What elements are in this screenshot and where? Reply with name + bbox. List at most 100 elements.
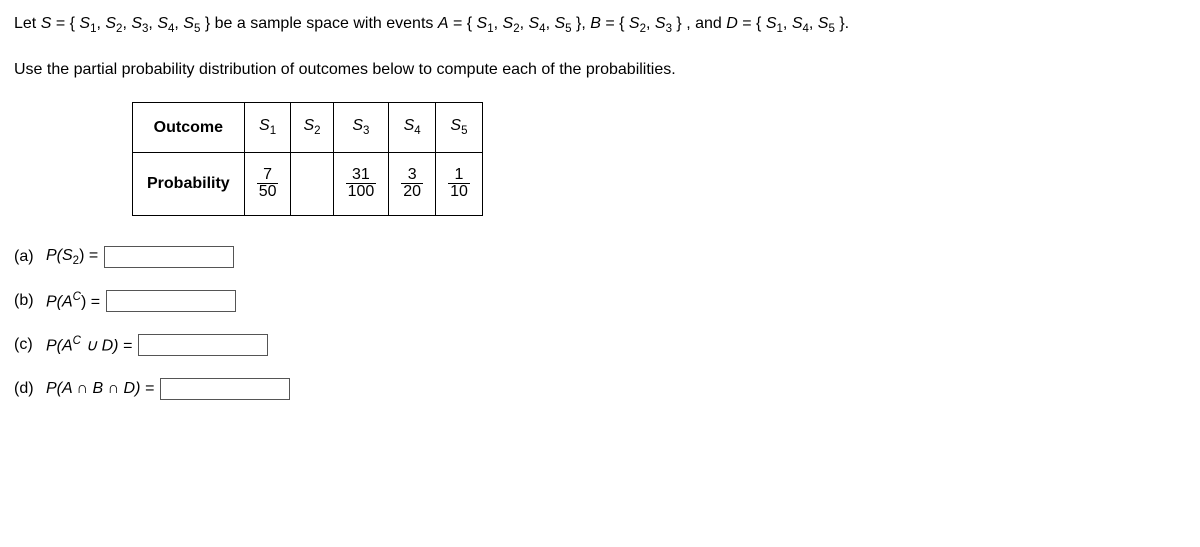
col-s2: S2 xyxy=(291,103,333,152)
prob-s2-blank xyxy=(291,152,333,216)
numerator: 7 xyxy=(257,167,279,184)
denominator: 50 xyxy=(257,183,279,201)
sub: 5 xyxy=(565,23,571,35)
prob-header: Probability xyxy=(133,152,245,216)
probability-table-wrap: Outcome S1 S2 S3 S4 S5 Probability 750 3… xyxy=(132,102,1186,216)
t: P(A xyxy=(46,293,73,310)
expr: P(A ∩ B ∩ D) = xyxy=(46,380,154,398)
fraction: 31100 xyxy=(346,167,377,202)
i: S xyxy=(655,15,666,32)
question-a: (a) P(S2) = xyxy=(14,246,1186,268)
expr: P(S2) = xyxy=(46,247,98,267)
l: S xyxy=(450,117,461,134)
numerator: 31 xyxy=(346,167,377,184)
table-row: Outcome S1 S2 S3 S4 S5 xyxy=(133,103,483,152)
i: S xyxy=(629,15,640,32)
i: S xyxy=(818,15,829,32)
prob-s5: 110 xyxy=(436,152,483,216)
answer-input-c[interactable] xyxy=(138,334,268,356)
i: S xyxy=(503,15,514,32)
denominator: 20 xyxy=(401,183,423,201)
part-label: (b) xyxy=(14,292,40,310)
txt: = { xyxy=(56,15,75,32)
answer-input-b[interactable] xyxy=(106,290,236,312)
p: . xyxy=(845,15,849,32)
denominator: 10 xyxy=(448,183,470,201)
sub: 5 xyxy=(194,23,200,35)
lb: { xyxy=(756,15,761,32)
probability-table: Outcome S1 S2 S3 S4 S5 Probability 750 3… xyxy=(132,102,483,216)
fraction: 110 xyxy=(448,167,470,202)
B: B xyxy=(590,15,601,32)
l: S xyxy=(404,117,415,134)
t: P(A xyxy=(46,337,73,354)
t: ) = xyxy=(79,247,98,264)
A: A xyxy=(438,15,449,32)
t: ) = xyxy=(81,293,100,310)
prob-s3: 31100 xyxy=(333,152,389,216)
eq: = xyxy=(601,15,619,32)
answer-input-d[interactable] xyxy=(160,378,290,400)
question-d: (d) P(A ∩ B ∩ D) = xyxy=(14,378,1186,400)
l: S xyxy=(352,117,363,134)
s5: S xyxy=(183,15,194,32)
c: , xyxy=(646,15,655,32)
prob-s1: 750 xyxy=(244,152,291,216)
c: , xyxy=(174,15,183,32)
numerator: 3 xyxy=(401,167,423,184)
set-S: S xyxy=(41,15,52,32)
s4: S xyxy=(157,15,168,32)
col-s1: S1 xyxy=(244,103,291,152)
sub: 1 xyxy=(270,126,276,138)
answer-input-a[interactable] xyxy=(104,246,234,268)
D: D xyxy=(726,15,738,32)
rb: } xyxy=(676,15,681,32)
s3: S xyxy=(131,15,142,32)
and: , and xyxy=(686,15,726,32)
c: , xyxy=(809,15,818,32)
l: S xyxy=(259,117,270,134)
sub: 3 xyxy=(666,23,672,35)
s1: S xyxy=(79,15,90,32)
table-row: Probability 750 31100 320 110 xyxy=(133,152,483,216)
i: S xyxy=(477,15,488,32)
question-b: (b) P(AC) = xyxy=(14,290,1186,312)
outcome-header: Outcome xyxy=(133,103,245,152)
sub: 2 xyxy=(314,126,320,138)
prob-s4: 320 xyxy=(389,152,436,216)
expr: P(AC) = xyxy=(46,291,100,311)
eq: = xyxy=(449,15,467,32)
question-c: (c) P(AC ∪ D) = xyxy=(14,334,1186,356)
l: S xyxy=(303,117,314,134)
t: P( xyxy=(46,247,62,264)
c: , xyxy=(122,15,131,32)
denominator: 100 xyxy=(346,183,377,201)
sub: 5 xyxy=(461,126,467,138)
sub: 3 xyxy=(363,126,369,138)
part-label: (d) xyxy=(14,380,40,398)
col-s3: S3 xyxy=(333,103,389,152)
lb: { xyxy=(467,15,472,32)
sub: 4 xyxy=(414,126,420,138)
sup: C xyxy=(73,335,81,347)
sup: C xyxy=(73,291,81,303)
i: S xyxy=(528,15,539,32)
c: , xyxy=(581,15,590,32)
c: , xyxy=(494,15,503,32)
s2: S xyxy=(105,15,116,32)
i: S xyxy=(766,15,777,32)
sub: 5 xyxy=(828,23,834,35)
lb: { xyxy=(619,15,624,32)
part-label: (a) xyxy=(14,248,40,266)
prompt-line-1: Let S = { S1, S2, S3, S4, S5 } be a samp… xyxy=(14,12,1186,38)
fraction: 750 xyxy=(257,167,279,202)
col-s5: S5 xyxy=(436,103,483,152)
numerator: 1 xyxy=(448,167,470,184)
col-s4: S4 xyxy=(389,103,436,152)
t: S xyxy=(62,247,73,264)
c: , xyxy=(783,15,792,32)
part-label: (c) xyxy=(14,336,40,354)
fraction: 320 xyxy=(401,167,423,202)
t: ∪ D) = xyxy=(81,337,132,354)
i: S xyxy=(554,15,565,32)
